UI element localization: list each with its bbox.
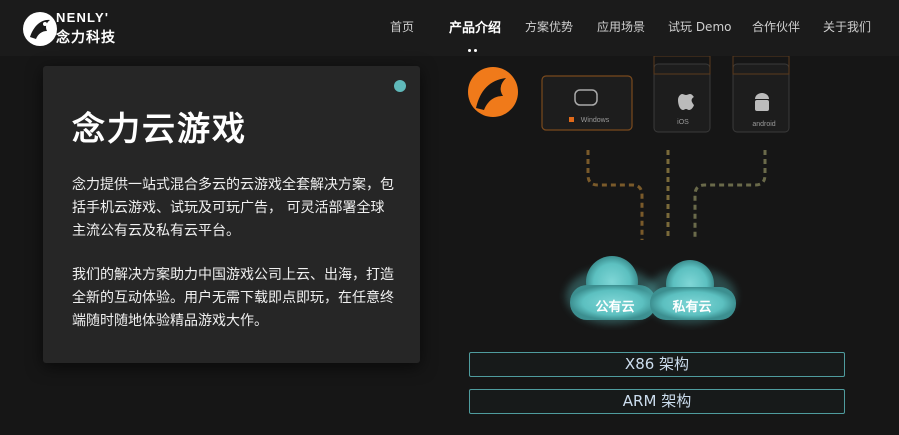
active-nav-indicator bbox=[468, 37, 480, 56]
connection-lines bbox=[586, 150, 767, 240]
nav-about[interactable]: 关于我们 bbox=[823, 18, 871, 35]
card-paragraph-2: 我们的解决方案助力中国游戏公司上云、出海，打造全新的互动体验。用户无需下载即点即… bbox=[72, 267, 394, 329]
nav-advantages[interactable]: 方案优势 bbox=[525, 18, 573, 35]
brand-name-en: NENLY' bbox=[56, 10, 110, 25]
apple-icon bbox=[678, 94, 694, 110]
platform-label-android: android bbox=[752, 121, 776, 128]
platform-label-ios: iOS bbox=[677, 119, 689, 126]
brand-name-cn: 念力科技 bbox=[56, 30, 116, 46]
nav-demo[interactable]: 试玩 Demo bbox=[668, 18, 731, 35]
private-cloud-label: 私有云 bbox=[672, 300, 712, 315]
nav-partners[interactable]: 合作伙伴 bbox=[752, 18, 800, 35]
card-paragraph-1: 念力提供一站式混合多云的云游戏全套解决方案，包括手机云游戏、试玩及可玩广告， 可… bbox=[72, 177, 394, 239]
nav-products[interactable]: 产品介绍 bbox=[449, 17, 501, 36]
product-intro-card: 念力云游戏 念力提供一站式混合多云的云游戏全套解决方案，包括手机云游戏、试玩及可… bbox=[43, 66, 420, 363]
android-icon bbox=[755, 100, 769, 111]
nenly-logo-icon[interactable] bbox=[20, 9, 60, 49]
top-nav-bar: NENLY' 念力科技 首页 产品介绍 方案优势 应用场景 试玩 Demo 合作… bbox=[0, 0, 899, 56]
card-indicator-dot bbox=[394, 80, 406, 92]
platform-label-windows: Windows bbox=[580, 117, 610, 124]
card-title: 念力云游戏 bbox=[72, 109, 247, 148]
public-cloud-label: 公有云 bbox=[595, 300, 635, 315]
nav-scenarios[interactable]: 应用场景 bbox=[597, 18, 645, 35]
cloud-architecture-diagram bbox=[468, 56, 790, 324]
x86-architecture-bar: X86 架构 bbox=[469, 352, 845, 377]
arm-architecture-bar: ARM 架构 bbox=[469, 389, 845, 414]
nav-home[interactable]: 首页 bbox=[390, 18, 414, 35]
mascot-logo-icon bbox=[468, 67, 518, 117]
